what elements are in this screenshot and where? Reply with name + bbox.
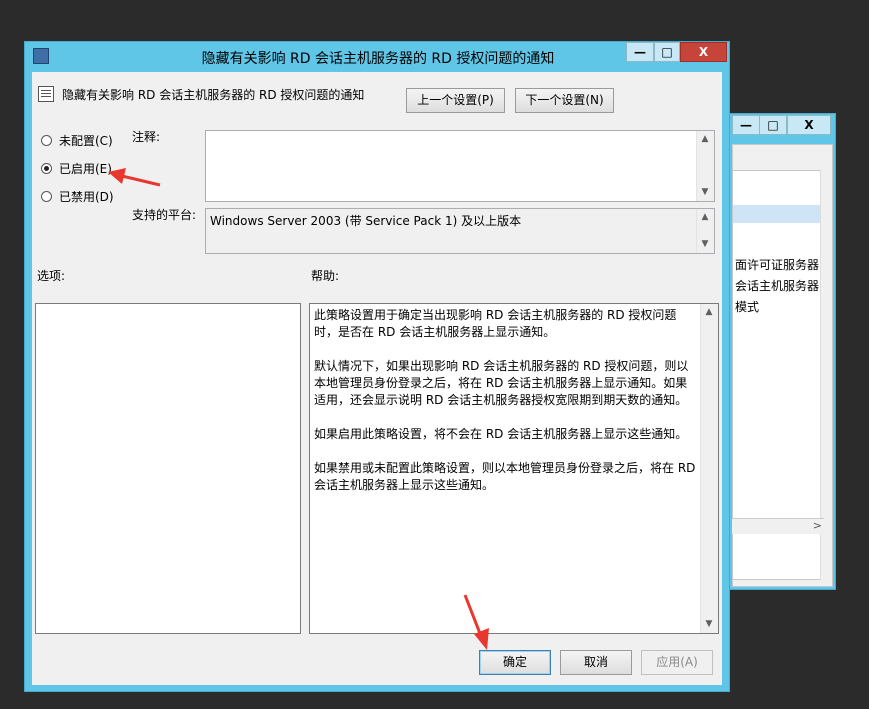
annotation-arrows <box>108 168 489 650</box>
arrow-to-enabled-icon <box>108 168 161 187</box>
arrow-to-ok-icon <box>463 594 489 650</box>
